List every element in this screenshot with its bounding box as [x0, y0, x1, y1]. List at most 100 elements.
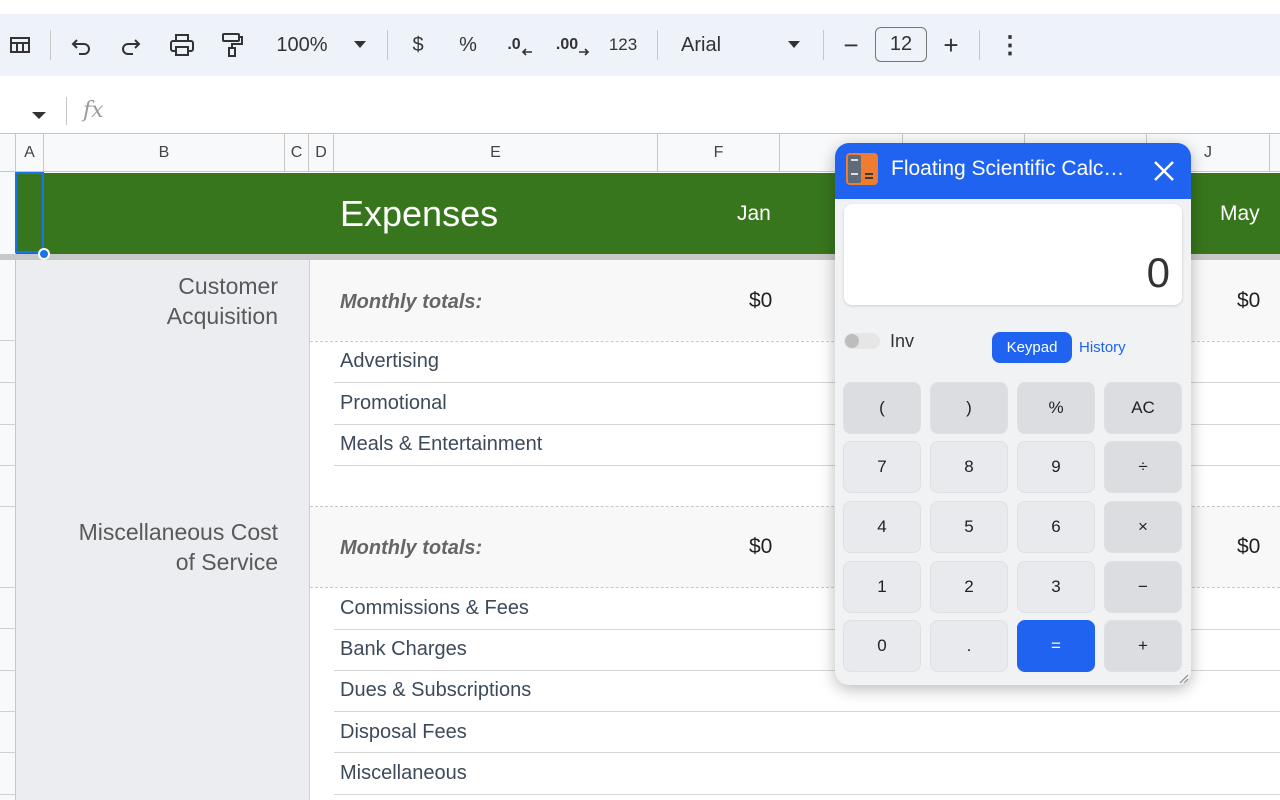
percent-label: % — [459, 33, 477, 56]
key-all-clear[interactable]: AC — [1104, 382, 1182, 434]
total-may[interactable]: $0 — [1237, 289, 1260, 313]
key-4[interactable]: 4 — [843, 501, 921, 553]
monthly-totals-label: Monthly totals: — [340, 291, 483, 313]
calculator-window[interactable]: Floating Scientific Calc… 0 Inv Keypad H… — [835, 143, 1191, 685]
column-header-e[interactable]: E — [334, 134, 658, 172]
toolbar: 100% $ % .0 .00 123 Arial − 12 + ⋮ — [0, 14, 1280, 76]
key-multiply[interactable]: × — [1104, 501, 1182, 553]
font-family-value: Arial — [681, 33, 722, 56]
display-value: 0 — [1146, 249, 1170, 296]
key-add[interactable]: + — [1104, 620, 1182, 672]
name-box-dropdown-icon[interactable] — [32, 107, 46, 125]
tab-keypad[interactable]: Keypad — [992, 332, 1072, 363]
decrease-decimal-button[interactable]: .0 — [500, 14, 540, 76]
category-name-line: Customer — [178, 273, 278, 299]
row-divider — [0, 752, 16, 753]
key-5[interactable]: 5 — [930, 501, 1008, 553]
increase-decimal-label: .00 — [555, 36, 579, 53]
column-header-a[interactable]: A — [16, 134, 44, 172]
increase-decimal-button[interactable]: .00 — [552, 14, 594, 76]
category-name-line: of Service — [175, 549, 278, 575]
key-percent[interactable]: % — [1017, 382, 1095, 434]
toolbar-divider — [823, 30, 824, 60]
resize-handle-icon[interactable] — [1177, 671, 1189, 685]
undo-icon[interactable] — [64, 14, 98, 76]
key-7[interactable]: 7 — [843, 441, 921, 493]
arrow-left-icon — [521, 48, 532, 56]
row-divider — [0, 794, 16, 795]
formula-divider — [66, 97, 67, 125]
selected-cell[interactable] — [15, 172, 44, 253]
tab-history[interactable]: History — [1079, 332, 1126, 363]
expense-item[interactable]: Meals & Entertainment — [340, 433, 542, 456]
column-header-c[interactable]: C — [285, 134, 309, 172]
select-all-corner[interactable] — [0, 134, 16, 172]
zoom-dropdown-icon[interactable] — [348, 14, 372, 76]
fx-icon: fx — [83, 98, 104, 123]
font-family-select[interactable]: Arial — [672, 14, 802, 76]
key-equals[interactable]: = — [1017, 620, 1095, 672]
toggle-knob — [845, 334, 859, 348]
redo-icon[interactable] — [114, 14, 148, 76]
key-2[interactable]: 2 — [930, 561, 1008, 613]
total-jan[interactable]: $0 — [749, 289, 772, 313]
expense-item[interactable]: Commissions & Fees — [340, 597, 529, 620]
expense-item[interactable]: Bank Charges — [340, 638, 467, 661]
more-options-button[interactable]: ⋮ — [996, 14, 1024, 76]
row-divider — [0, 382, 16, 383]
key-subtract[interactable]: − — [1104, 561, 1182, 613]
print-icon[interactable] — [165, 14, 199, 76]
expense-item[interactable]: Disposal Fees — [340, 721, 467, 744]
expense-item[interactable]: Dues & Subscriptions — [340, 679, 531, 702]
column-header-b[interactable]: B — [44, 134, 285, 172]
column-header-f[interactable]: F — [658, 134, 780, 172]
category-name[interactable]: Miscellaneous Cost of Service — [79, 517, 278, 577]
key-open-paren[interactable]: ( — [843, 382, 921, 434]
decrease-font-size-button[interactable]: − — [838, 14, 864, 76]
fill-handle[interactable] — [38, 248, 50, 260]
key-close-paren[interactable]: ) — [930, 382, 1008, 434]
calculator-title: Floating Scientific Calc… — [891, 157, 1125, 180]
category-name[interactable]: Customer Acquisition — [167, 271, 278, 331]
key-divide[interactable]: ÷ — [1104, 441, 1182, 493]
row-divider — [334, 752, 1280, 753]
key-8[interactable]: 8 — [930, 441, 1008, 493]
calculator-title-bar[interactable]: Floating Scientific Calc… — [835, 143, 1191, 199]
month-header-jan: Jan — [737, 202, 771, 225]
formula-input[interactable] — [120, 95, 1270, 127]
zoom-select[interactable]: 100% — [268, 14, 336, 76]
column-header-d[interactable]: D — [309, 134, 334, 172]
expense-item[interactable]: Miscellaneous — [340, 762, 467, 785]
row-divider — [0, 465, 16, 466]
expense-item[interactable]: Advertising — [340, 350, 439, 373]
number-format-label: 123 — [608, 35, 638, 54]
row-divider — [0, 340, 16, 341]
table-icon[interactable] — [2, 14, 38, 76]
more-formats-button[interactable]: 123 — [604, 14, 642, 76]
key-1[interactable]: 1 — [843, 561, 921, 613]
paint-format-icon[interactable] — [215, 14, 249, 76]
close-icon[interactable] — [1149, 156, 1179, 186]
key-3[interactable]: 3 — [1017, 561, 1095, 613]
row-divider — [334, 794, 1280, 795]
row-divider — [0, 587, 16, 588]
increase-font-size-button[interactable]: + — [938, 14, 964, 76]
font-size-input[interactable]: 12 — [875, 27, 927, 62]
percent-format-button[interactable]: % — [453, 14, 483, 76]
key-0[interactable]: 0 — [843, 620, 921, 672]
sheet-title: Expenses — [340, 193, 499, 234]
currency-label: $ — [412, 33, 424, 56]
total-jan[interactable]: $0 — [749, 535, 772, 559]
more-options-label: ⋮ — [998, 31, 1022, 59]
key-6[interactable]: 6 — [1017, 501, 1095, 553]
inv-toggle[interactable] — [844, 333, 880, 349]
column-header-k[interactable] — [1270, 134, 1280, 172]
decrease-decimal-label: .0 — [507, 36, 521, 53]
toolbar-divider — [657, 30, 658, 60]
key-decimal[interactable]: . — [930, 620, 1008, 672]
total-may[interactable]: $0 — [1237, 535, 1260, 559]
currency-format-button[interactable]: $ — [403, 14, 433, 76]
expense-item[interactable]: Promotional — [340, 392, 447, 415]
key-9[interactable]: 9 — [1017, 441, 1095, 493]
category-name-line: Miscellaneous Cost — [78, 519, 278, 545]
